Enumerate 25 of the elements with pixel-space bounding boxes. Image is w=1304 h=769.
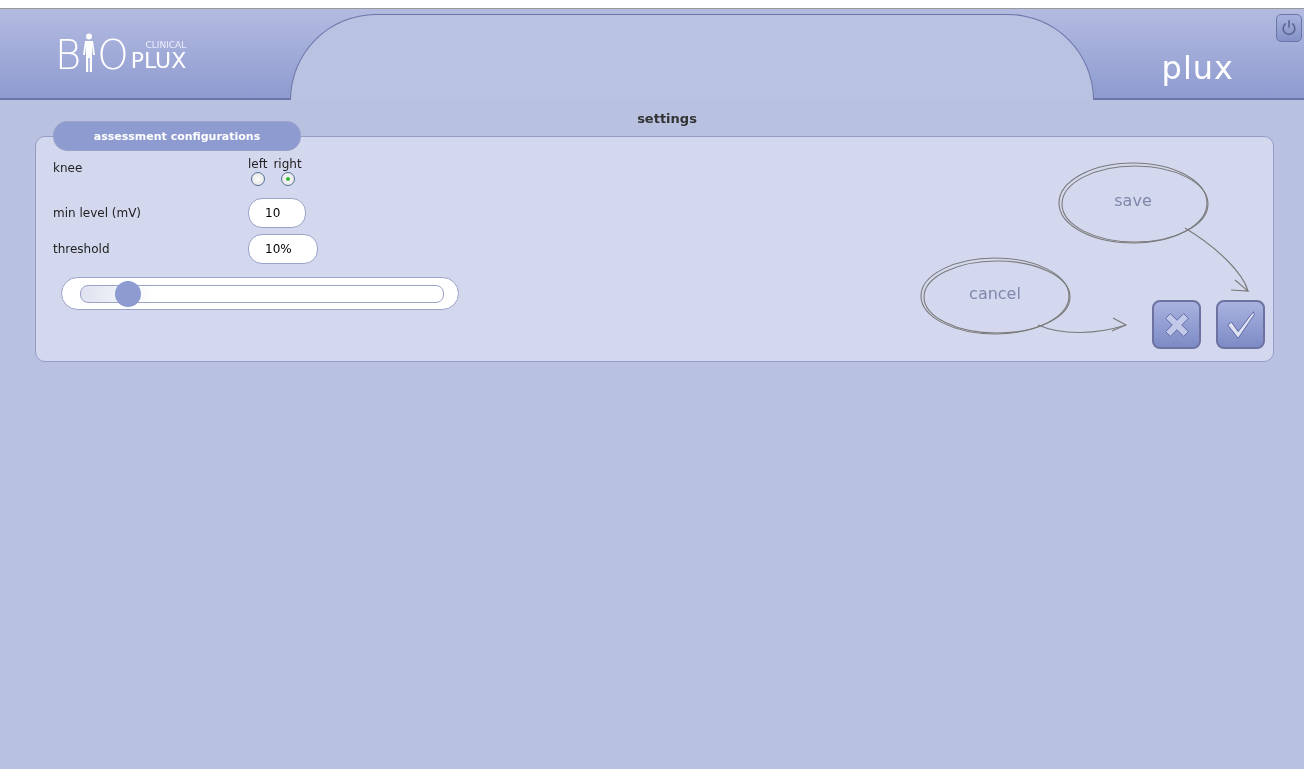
confirm-button[interactable] xyxy=(1216,300,1265,349)
field-label: threshold xyxy=(53,242,111,256)
hint-text: cancel xyxy=(968,284,1022,303)
input-field[interactable]: 10 xyxy=(248,198,306,228)
input-field[interactable]: 10% xyxy=(248,234,318,264)
logo-letter: O xyxy=(97,34,129,75)
radio-button[interactable] xyxy=(250,172,265,186)
logo-text: PLUX xyxy=(130,49,187,72)
hint-text: save xyxy=(1113,191,1153,210)
radio-label: left xyxy=(248,157,268,171)
brand-logo: plux xyxy=(1161,48,1234,87)
slider[interactable] xyxy=(61,277,459,310)
slider-thumb[interactable] xyxy=(115,280,142,307)
logo-subtitle: CLINICAL xyxy=(145,39,187,50)
curved-arrow xyxy=(1184,227,1250,292)
radio-button[interactable] xyxy=(280,172,295,186)
power-button[interactable] xyxy=(1276,14,1302,42)
field-label: knee xyxy=(53,161,84,175)
human-figure-icon xyxy=(82,32,97,73)
radio-label: right xyxy=(273,157,302,171)
page-title: settings xyxy=(637,111,697,126)
power-icon xyxy=(1280,19,1298,37)
cancel-button[interactable] xyxy=(1152,300,1201,349)
logo-letter: B xyxy=(55,34,82,75)
field-label: min level (mV) xyxy=(53,206,143,220)
